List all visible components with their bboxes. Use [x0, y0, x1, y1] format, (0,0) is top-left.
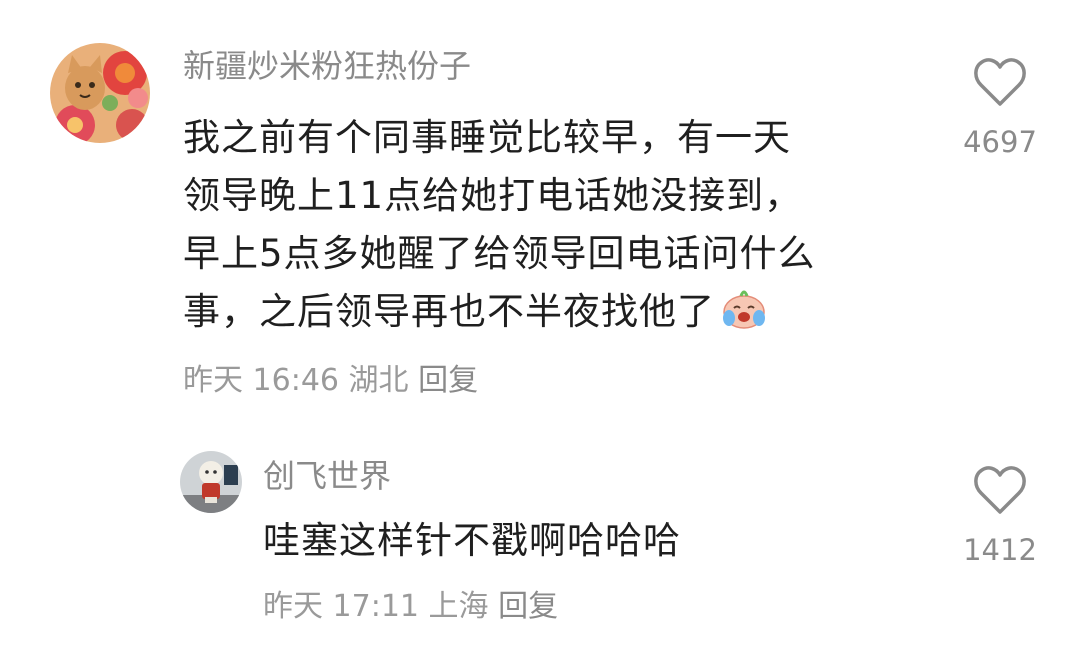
comment-meta: 昨天 17:11 上海 回复	[263, 586, 558, 628]
comment-text: 哇塞这样针不戳啊哈哈哈	[263, 512, 681, 570]
comment-text-line: 早上5点多她醒了给领导回电话问什么	[183, 232, 816, 275]
like-button[interactable]: 1412	[960, 466, 1040, 568]
heart-icon	[974, 58, 1026, 106]
reply-button[interactable]: 回复	[418, 363, 478, 398]
comment-text: 我之前有个同事睡觉比较早，有一天 领导晚上11点给她打电话她没接到， 早上5点多…	[183, 109, 816, 347]
comment-text-line: 哇塞这样针不戳啊哈哈哈	[263, 519, 681, 562]
comment-time: 昨天 16:46	[183, 363, 339, 398]
comment-location: 上海	[428, 589, 489, 624]
comment-text-line: 领导晚上11点给她打电话她没接到，	[183, 174, 803, 217]
comment-location: 湖北	[348, 363, 409, 398]
comment-text-line: 事，之后领导再也不半夜找他了	[183, 283, 816, 347]
reply-button[interactable]: 回复	[498, 589, 558, 624]
like-count: 4697	[963, 125, 1037, 159]
comment-username[interactable]: 创飞世界	[263, 454, 391, 498]
like-button[interactable]: 4697	[960, 58, 1040, 160]
avatar[interactable]	[180, 451, 242, 513]
avatar[interactable]	[50, 43, 150, 143]
comment-username[interactable]: 新疆炒米粉狂热份子	[183, 44, 471, 88]
comment-text-line: 我之前有个同事睡觉比较早，有一天	[183, 116, 791, 159]
comment-time: 昨天 17:11	[263, 589, 419, 624]
heart-icon	[974, 466, 1026, 514]
cat-flower-avatar-icon	[50, 43, 150, 143]
like-count: 1412	[963, 533, 1037, 567]
crying-laughing-emoji-icon	[721, 286, 767, 347]
comment-meta: 昨天 16:46 湖北 回复	[183, 360, 478, 402]
comment-text-segment: 事，之后领导再也不半夜找他了	[183, 290, 715, 333]
figurine-avatar-icon	[180, 451, 242, 513]
